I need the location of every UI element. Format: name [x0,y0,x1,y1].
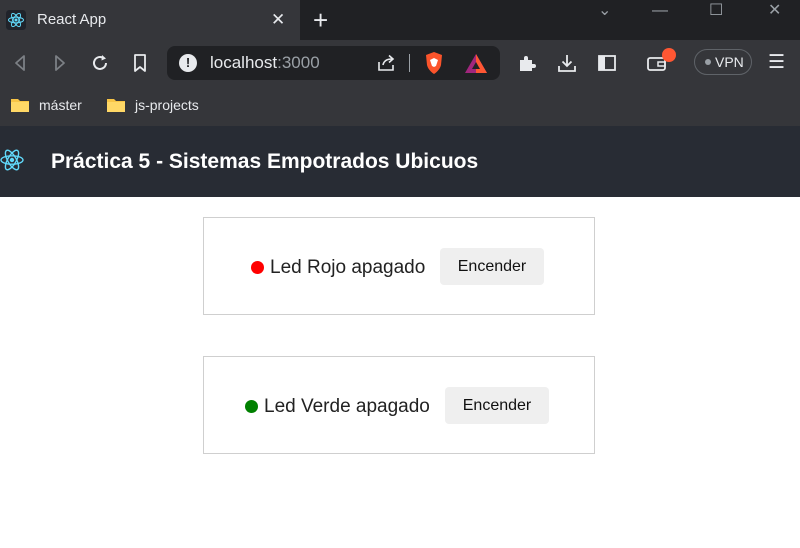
folder-icon [107,99,125,112]
share-icon[interactable] [375,53,397,73]
brave-shields-icon[interactable] [423,51,445,75]
led-label-green: Led Verde apagado [264,396,430,417]
bookmark-folder-master[interactable]: máster [10,94,82,116]
brave-rewards-icon[interactable] [464,53,488,74]
omnibox-divider [409,54,410,72]
menu-icon[interactable]: ☰ [768,51,785,74]
vpn-label: VPN [715,54,744,70]
led-status-dot-green [245,400,258,413]
bookmark-label: máster [39,97,82,113]
tab-close-icon[interactable]: ✕ [271,9,285,31]
page-title: Práctica 5 - Sistemas Empotrados Ubicuos [51,150,479,173]
sidebar-icon[interactable] [596,52,618,74]
minimize-icon[interactable]: — [652,0,668,22]
tab-search-chevron-icon[interactable]: ⌄ [598,0,611,22]
tab-strip: React App ✕ + ⌄ — ☐ ✕ [0,0,800,40]
turn-on-green-button[interactable]: Encender [445,387,549,424]
react-favicon-icon [6,10,26,30]
bookmark-label: js-projects [135,97,199,113]
bookmarks-bar: máster js-projects [0,86,800,126]
turn-on-red-button[interactable]: Encender [440,248,544,285]
led-card-red: Led Rojo apagado Encender [203,217,595,315]
vpn-status-dot [705,59,711,65]
url-text: localhost:3000 [210,53,320,73]
extensions-icon[interactable] [516,52,538,74]
tab-title: React App [37,11,107,28]
bookmark-folder-js-projects[interactable]: js-projects [106,94,199,116]
reload-icon[interactable] [89,52,111,74]
led-status-dot-red [251,261,264,274]
url-port: :3000 [277,53,320,72]
new-tab-icon[interactable]: + [313,6,328,34]
browser-tab[interactable]: React App ✕ [0,0,300,40]
back-icon[interactable] [9,52,31,74]
led-card-green: Led Verde apagado Encender [203,356,595,454]
url-host: localhost [210,53,278,72]
app-header: Práctica 5 - Sistemas Empotrados Ubicuos [0,126,800,197]
folder-icon [11,99,29,112]
download-icon[interactable] [556,52,578,74]
forward-icon[interactable] [49,52,71,74]
address-bar[interactable]: ! localhost:3000 [167,46,500,80]
site-info-icon[interactable]: ! [179,54,197,72]
notification-badge [662,48,676,62]
vpn-button[interactable]: VPN [694,49,752,75]
bookmark-icon[interactable] [129,52,151,74]
react-logo-icon [0,149,24,171]
maximize-icon[interactable]: ☐ [709,0,723,22]
window-close-icon[interactable]: ✕ [768,0,781,22]
led-label-red: Led Rojo apagado [270,257,426,278]
browser-toolbar: ! localhost:3000 VPN ☰ [0,40,800,86]
